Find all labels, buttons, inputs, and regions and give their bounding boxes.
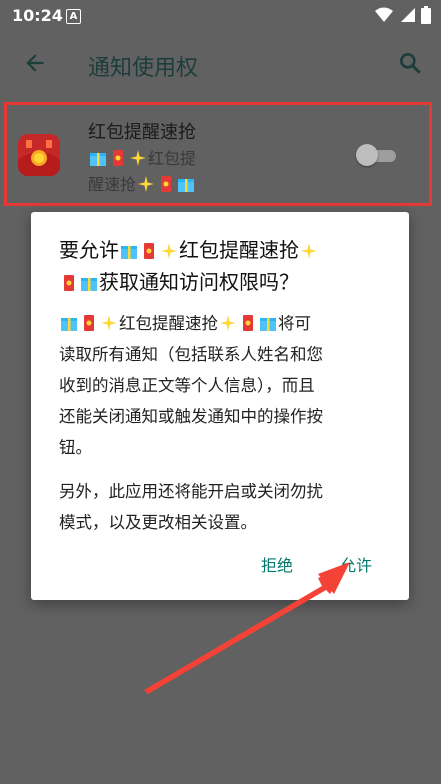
notification-badge-icon: A xyxy=(66,9,81,24)
dialog-body-text-5: 钮。 xyxy=(59,438,92,457)
status-time: 10:24 xyxy=(12,6,63,25)
status-bar: 10:24 A xyxy=(0,0,441,32)
dialog-title-suffix: 获取通知访问权限吗？ xyxy=(99,270,299,294)
red-envelope-icon xyxy=(144,243,154,259)
sparkles-icon xyxy=(161,243,177,259)
wifi-icon xyxy=(375,7,393,22)
dialog-extra-text-2: 模式，以及更改相关设置。 xyxy=(59,513,257,532)
red-envelope-icon xyxy=(243,315,253,331)
back-arrow-icon[interactable] xyxy=(22,50,48,76)
app-subtitle-line1: 红包提 xyxy=(148,149,197,168)
dialog-body-text-4: 还能关闭通知或触发通知中的操作按 xyxy=(59,407,323,426)
dialog-title-prefix: 要允许 xyxy=(59,238,119,262)
signal-icon xyxy=(401,8,415,22)
gift-icon xyxy=(121,246,137,259)
allow-button[interactable]: 允许 xyxy=(340,552,372,576)
dialog-body: 红包提醒速抢 将可 读取所有通知（包括联系人姓名和您 收到的消息正文等个人信息），… xyxy=(59,308,389,463)
app-bar: 通知使用权 xyxy=(0,32,441,96)
dialog-title: 要允许 红包提醒速抢 获取通知访问权限吗？ xyxy=(59,234,389,298)
permission-dialog: 要允许 红包提醒速抢 获取通知访问权限吗？ 红包提醒速抢 将可 读取所有通知（包括联… xyxy=(31,212,409,600)
deny-button[interactable]: 拒绝 xyxy=(261,552,293,576)
dialog-extra: 另外，此应用还将能开启或关闭勿扰 模式，以及更改相关设置。 xyxy=(59,476,389,538)
gift-icon xyxy=(178,179,195,192)
dialog-body-text-1: 将可 xyxy=(278,314,311,333)
sparkles-icon xyxy=(301,243,317,259)
app-subtitle: 红包提 醒速抢 xyxy=(88,146,228,198)
battery-icon xyxy=(421,6,431,24)
gift-icon xyxy=(61,318,77,331)
gift-icon xyxy=(90,153,106,166)
gift-icon xyxy=(260,318,276,331)
toggle-thumb xyxy=(356,144,378,166)
app-subtitle-line2: 醒速抢 xyxy=(88,175,137,194)
dialog-body-app: 红包提醒速抢 xyxy=(119,314,218,333)
gift-icon xyxy=(81,278,97,291)
notification-access-toggle[interactable] xyxy=(356,144,398,166)
red-envelope-icon xyxy=(64,275,74,291)
app-name[interactable]: 红包提醒速抢 xyxy=(88,118,196,144)
dialog-body-text-2: 读取所有通知（包括联系人姓名和您 xyxy=(59,345,323,364)
sparkles-icon xyxy=(138,176,155,192)
sparkles-icon xyxy=(220,315,236,331)
red-envelope-icon xyxy=(84,315,94,331)
search-icon[interactable] xyxy=(397,50,423,76)
dialog-body-text-3: 收到的消息正文等个人信息），而且 xyxy=(59,376,315,395)
red-envelope-icon xyxy=(161,176,172,192)
sparkles-icon xyxy=(101,315,117,331)
dialog-title-app: 红包提醒速抢 xyxy=(179,238,299,262)
app-icon xyxy=(18,134,60,176)
page-title: 通知使用权 xyxy=(88,56,199,81)
sparkles-icon xyxy=(130,150,146,166)
red-envelope-icon xyxy=(113,150,123,166)
system-icons xyxy=(375,6,431,24)
dialog-extra-text-1: 另外，此应用还将能开启或关闭勿扰 xyxy=(59,482,323,501)
